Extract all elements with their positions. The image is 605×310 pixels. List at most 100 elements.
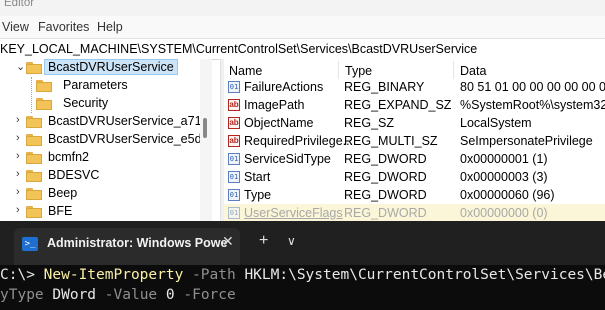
chevron-right-icon[interactable]: › — [16, 186, 20, 198]
column-header-name[interactable]: Name — [229, 64, 262, 78]
value-type: REG_SZ — [344, 116, 395, 130]
folder-icon — [36, 98, 52, 110]
value-name: ServiceSidType — [244, 152, 331, 166]
folder-icon — [26, 188, 42, 200]
value-row[interactable]: ab ObjectName REG_SZ LocalSystem — [224, 114, 605, 132]
value-type: REG_BINARY — [344, 80, 425, 94]
parameter: -Value — [96, 287, 166, 303]
new-tab-button[interactable]: + — [259, 232, 268, 250]
value-data: 0x00000001 (1) — [460, 152, 548, 166]
powershell-icon: >_ — [22, 237, 38, 251]
value-name: Start — [244, 170, 271, 184]
argument: HKLM:\System\CurrentControlSet\Services\… — [244, 267, 605, 283]
menu-favorites[interactable]: Favorites — [38, 20, 89, 34]
value-type: REG_EXPAND_SZ — [344, 98, 452, 112]
parameter: -Path — [183, 267, 245, 283]
tree-item-label: BcastDVRUserService_e5d4ef — [48, 132, 210, 146]
value-data: 0x00000000 (0) — [460, 206, 548, 220]
value-type: REG_DWORD — [344, 206, 427, 220]
parameter: yType — [0, 287, 53, 303]
chevron-right-icon[interactable]: › — [16, 204, 20, 216]
value-name: ImagePath — [244, 98, 305, 112]
tree-item-label: BcastDVRUserService_a717df — [48, 114, 210, 128]
value-type: REG_MULTI_SZ — [344, 134, 438, 148]
chevron-right-icon[interactable]: › — [16, 132, 20, 144]
folder-icon — [26, 62, 42, 74]
folder-icon — [26, 170, 42, 182]
tree-item-label: BFE — [48, 204, 73, 218]
key-tree[interactable]: ⌄ BcastDVRUserService Parameters Securit… — [0, 59, 210, 221]
folder-icon — [26, 152, 42, 164]
tree-item-label: BDESVC — [48, 168, 100, 182]
value-type: REG_DWORD — [344, 170, 427, 184]
window-title: Editor — [4, 0, 35, 9]
value-data: 0x00000060 (96) — [460, 188, 555, 202]
binary-value-icon: 01 — [228, 207, 240, 219]
string-value-icon: ab — [228, 99, 240, 111]
tree-item-label: BcastDVRUserService — [44, 59, 178, 75]
value-name: UserServiceFlags — [244, 206, 343, 220]
value-row[interactable]: 01 Start REG_DWORD 0x00000003 (3) — [224, 168, 605, 186]
menu-help[interactable]: Help — [97, 20, 123, 34]
value-name: Type — [244, 188, 272, 202]
address-path[interactable]: KEY_LOCAL_MACHINE\SYSTEM\CurrentControlS… — [0, 42, 477, 56]
cmdlet: New-ItemProperty — [43, 267, 184, 283]
tree-scrollbar[interactable] — [200, 59, 212, 221]
chevron-right-icon[interactable]: › — [16, 168, 20, 180]
value-row[interactable]: 01 FailureActions REG_BINARY 80 51 01 00… — [224, 78, 605, 96]
title-bar: Editor — [0, 0, 605, 16]
menu-view[interactable]: View — [2, 20, 29, 34]
value-name: FailureActions — [244, 80, 324, 94]
value-data: %SystemRoot%\system32\sv — [460, 98, 605, 112]
column-header-type[interactable]: Type — [345, 64, 372, 78]
tree-item-label: Beep — [48, 186, 78, 200]
folder-icon — [36, 80, 52, 92]
tab-title: Administrator: Windows Powe — [47, 236, 228, 250]
tree-scrollbar-thumb[interactable] — [203, 118, 207, 138]
column-header-data[interactable]: Data — [460, 64, 486, 78]
value-row[interactable]: 01 ServiceSidType REG_DWORD 0x00000001 (… — [224, 150, 605, 168]
parameter: -Force — [174, 287, 236, 303]
string-value-icon: ab — [228, 117, 240, 129]
argument: 0 — [165, 287, 175, 303]
chevron-down-icon[interactable]: ⌄ — [16, 60, 25, 73]
value-type: REG_DWORD — [344, 188, 427, 202]
binary-value-icon: 01 — [228, 153, 240, 165]
binary-value-icon: 01 — [228, 171, 240, 183]
chevron-right-icon[interactable]: › — [16, 150, 20, 162]
value-row[interactable]: ab RequiredPrivilege... REG_MULTI_SZ SeI… — [224, 132, 605, 150]
close-tab-icon[interactable]: ✕ — [222, 233, 234, 250]
menu-bar: View Favorites Help — [0, 16, 605, 38]
column-divider[interactable] — [453, 61, 454, 79]
value-type: REG_DWORD — [344, 152, 427, 166]
value-row[interactable]: ab ImagePath REG_EXPAND_SZ %SystemRoot%\… — [224, 96, 605, 114]
binary-value-icon: 01 — [228, 189, 240, 201]
column-divider[interactable] — [338, 61, 339, 79]
string-value-icon: ab — [228, 135, 240, 147]
chevron-right-icon[interactable]: › — [16, 114, 20, 126]
terminal-line-2[interactable]: yType DWord -Value 0 -Force — [0, 287, 236, 303]
value-data: LocalSystem — [460, 116, 532, 130]
value-row[interactable]: 01 Type REG_DWORD 0x00000060 (96) — [224, 186, 605, 204]
tree-item-bcastdvruserservice[interactable]: ⌄ BcastDVRUserService — [14, 59, 194, 77]
value-data: 80 51 01 00 00 00 00 00 00 00 — [460, 80, 605, 94]
address-bar[interactable]: KEY_LOCAL_MACHINE\SYSTEM\CurrentControlS… — [0, 38, 605, 60]
value-data: 0x00000003 (3) — [460, 170, 548, 184]
value-name: ObjectName — [244, 116, 314, 130]
folder-icon — [26, 134, 42, 146]
binary-value-icon: 01 — [228, 81, 240, 93]
value-row-selected[interactable]: 01 UserServiceFlags REG_DWORD 0x00000000… — [224, 204, 605, 221]
value-data: SeImpersonatePrivilege — [460, 134, 593, 148]
folder-icon — [26, 116, 42, 128]
argument: DWord — [52, 287, 97, 303]
tree-item-label: Security — [63, 96, 109, 110]
tree-item-label: bcmfn2 — [48, 150, 89, 164]
tab-dropdown-button[interactable]: ∨ — [287, 234, 296, 248]
prompt: C:\> — [0, 267, 44, 283]
values-list[interactable]: Name Type Data 01 FailureActions REG_BIN… — [224, 59, 605, 221]
folder-icon — [26, 206, 42, 218]
value-name: RequiredPrivilege... — [244, 134, 354, 148]
terminal-line-1[interactable]: C:\> New-ItemProperty -Path HKLM:\System… — [0, 267, 605, 283]
tree-item-label: Parameters — [63, 78, 128, 92]
tree-guide-line — [31, 77, 32, 113]
